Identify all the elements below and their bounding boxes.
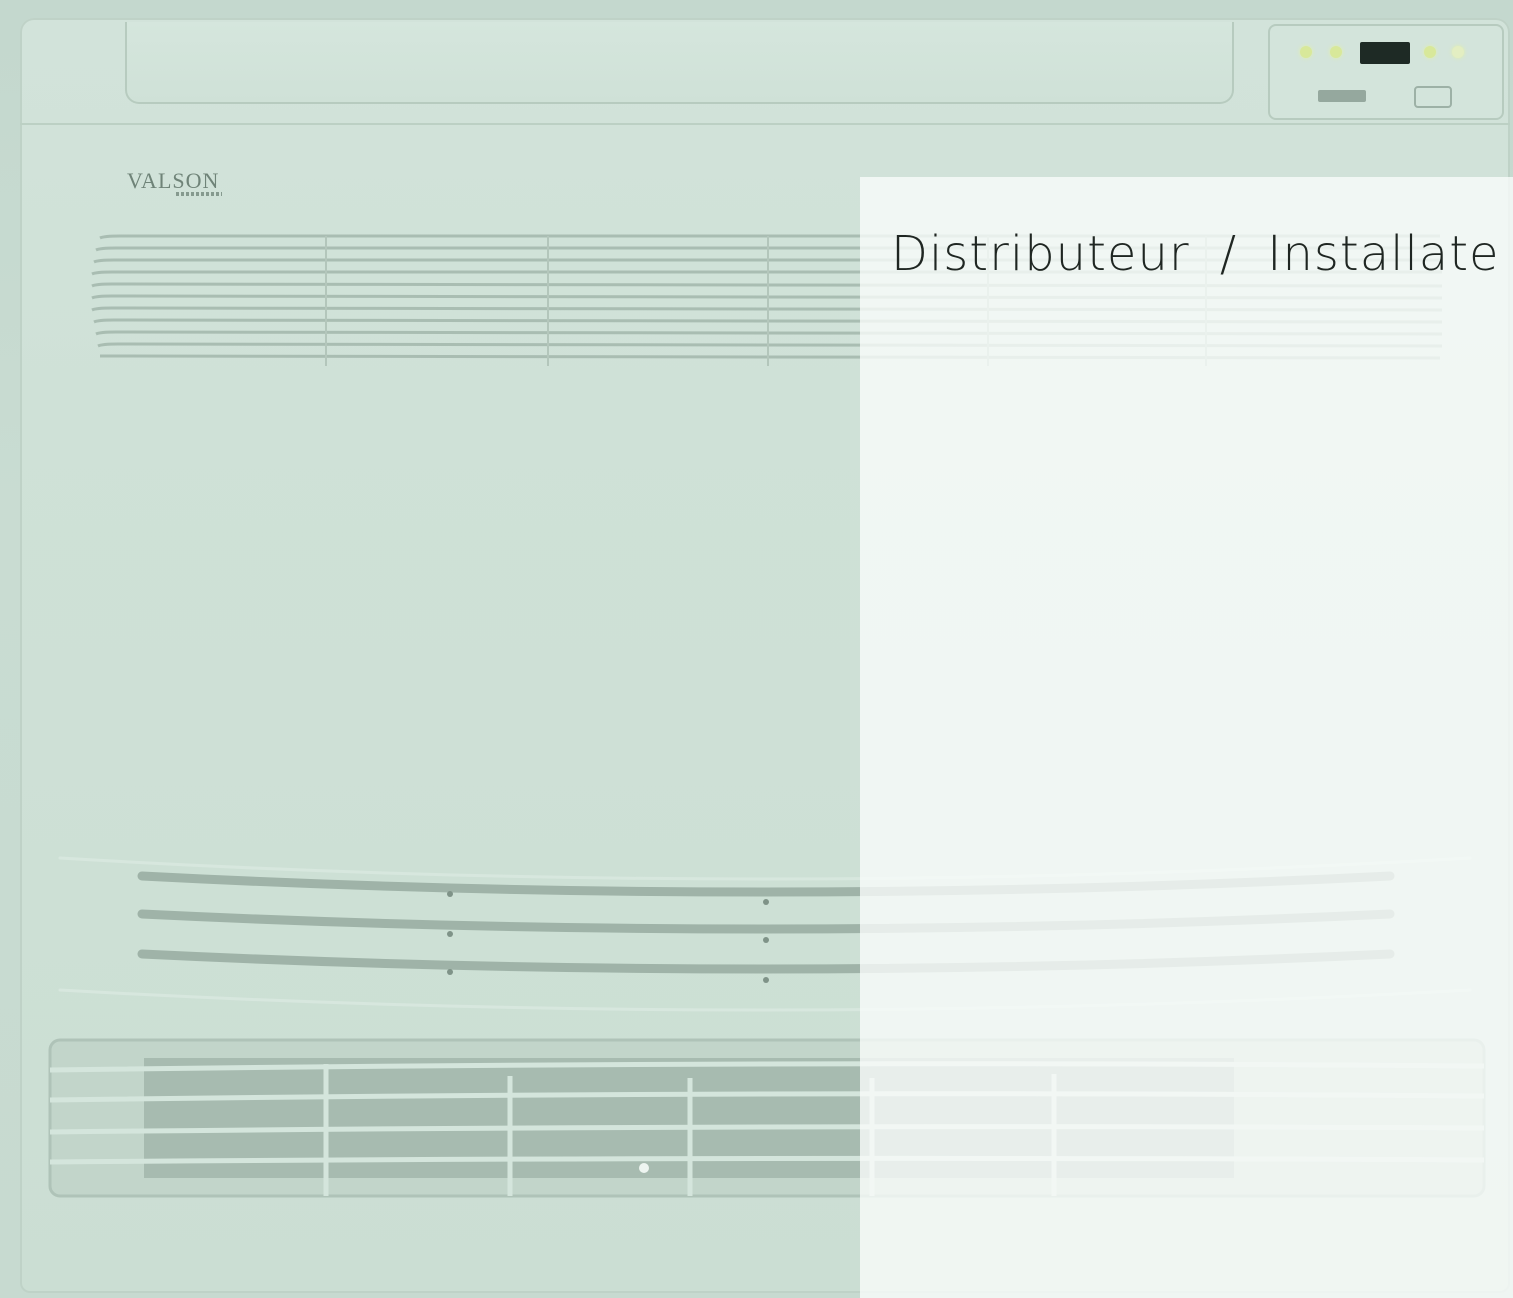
distributor-installer-label: Distributeur / Installate	[891, 226, 1500, 282]
product-photo: VALSON Distributeur / Installate	[0, 0, 1513, 1298]
